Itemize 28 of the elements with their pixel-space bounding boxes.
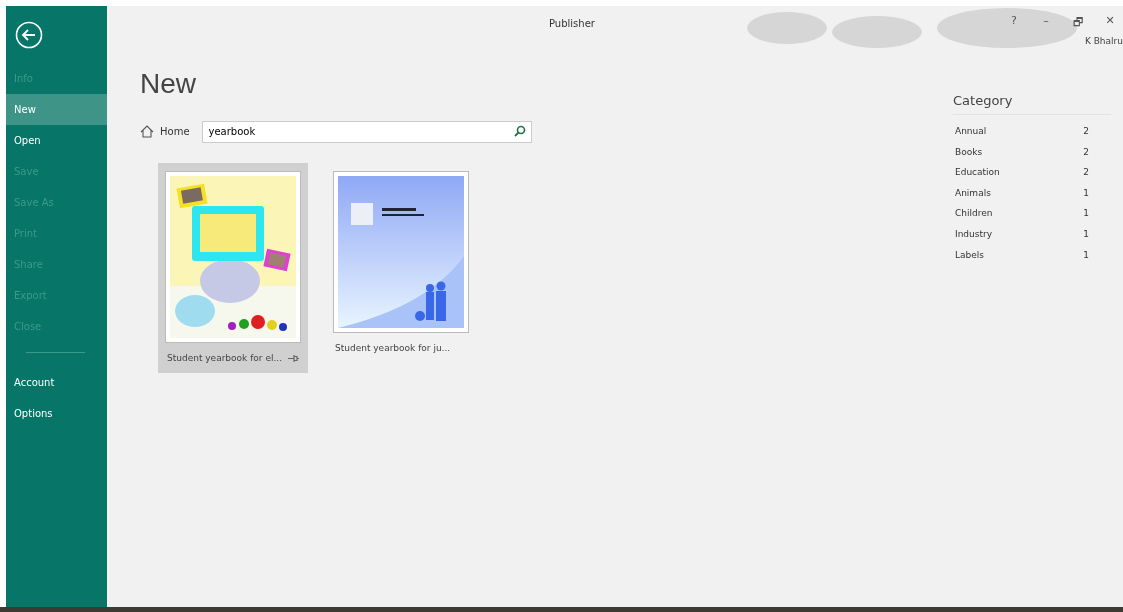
search-field[interactable]: yearbook: [201, 120, 532, 143]
back-arrow-icon[interactable]: [15, 21, 43, 49]
template-tile[interactable]: Student yearbook for el...: [158, 163, 308, 373]
window-control[interactable]: ✕: [1103, 14, 1117, 33]
sidebar-item[interactable]: New: [6, 94, 107, 125]
category-item[interactable]: Annual 2: [953, 121, 1123, 142]
template-name: Student yearbook for ju...: [335, 343, 451, 353]
category-item[interactable]: Children 1: [953, 203, 1123, 224]
window-control[interactable]: ?: [1007, 14, 1021, 33]
search-icon[interactable]: [513, 125, 526, 137]
home-link[interactable]: Home: [140, 124, 190, 138]
template-name: Student yearbook for el...: [167, 353, 283, 363]
pin-icon[interactable]: [288, 353, 299, 363]
category-item[interactable]: Labels 1: [953, 244, 1123, 266]
category-item[interactable]: Education 2: [953, 162, 1123, 183]
sidebar-item[interactable]: Options: [6, 398, 107, 429]
window-control[interactable]: –: [1039, 14, 1053, 33]
category-item[interactable]: Books 2: [953, 141, 1123, 163]
home-icon[interactable]: [140, 124, 154, 138]
user-name[interactable]: K Bhalru: [1084, 36, 1123, 46]
category-heading: Category: [953, 93, 1111, 115]
category-item[interactable]: Animals 1: [953, 182, 1123, 204]
window-title: Publisher: [549, 18, 595, 29]
sidebar-item[interactable]: Open: [6, 125, 107, 156]
window-control[interactable]: 🗗: [1071, 14, 1085, 33]
sidebar-item[interactable]: Account: [6, 367, 107, 398]
category-item[interactable]: Industry 1: [953, 223, 1123, 245]
page-title: New: [140, 68, 197, 100]
